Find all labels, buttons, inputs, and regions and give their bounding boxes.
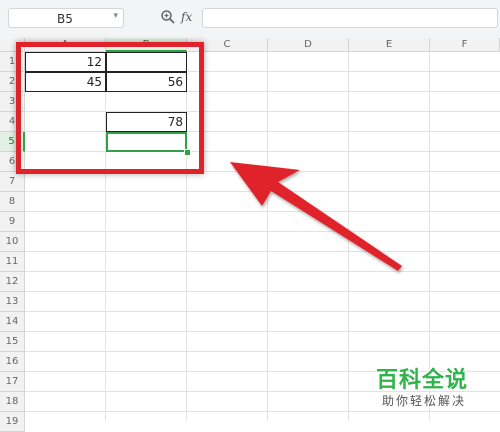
row-header-18[interactable]: 18 — [0, 392, 25, 412]
row-header-13[interactable]: 13 — [0, 292, 25, 312]
column-header-d[interactable]: D — [268, 38, 349, 52]
row-header-12[interactable]: 12 — [0, 272, 25, 292]
name-box-value: B5 — [57, 12, 73, 26]
column-header-f[interactable]: F — [430, 38, 500, 52]
name-box[interactable]: B5 ▾ — [8, 8, 124, 28]
row-header-7[interactable]: 7 — [0, 172, 25, 192]
fx-icon[interactable]: fx — [181, 10, 192, 24]
row-header-16[interactable]: 16 — [0, 352, 25, 372]
watermark-logo: 百科全说 助你轻松解决 — [372, 358, 496, 414]
highlight-box — [16, 42, 204, 174]
row-header-15[interactable]: 15 — [0, 332, 25, 352]
row-header-8[interactable]: 8 — [0, 192, 25, 212]
row-header-10[interactable]: 10 — [0, 232, 25, 252]
row-header-19[interactable]: 19 — [0, 412, 25, 432]
row-header-14[interactable]: 14 — [0, 312, 25, 332]
zoom-formula-icon[interactable] — [160, 9, 176, 25]
formula-input[interactable] — [202, 8, 498, 28]
formula-bar: B5 ▾ fx — [0, 0, 500, 39]
watermark-title: 百科全说 — [376, 368, 469, 393]
column-header-e[interactable]: E — [349, 38, 430, 52]
watermark-subtitle: 助你轻松解决 — [382, 394, 467, 408]
row-header-9[interactable]: 9 — [0, 212, 25, 232]
row-header-11[interactable]: 11 — [0, 252, 25, 272]
chevron-down-icon[interactable]: ▾ — [113, 11, 118, 21]
row-header-17[interactable]: 17 — [0, 372, 25, 392]
